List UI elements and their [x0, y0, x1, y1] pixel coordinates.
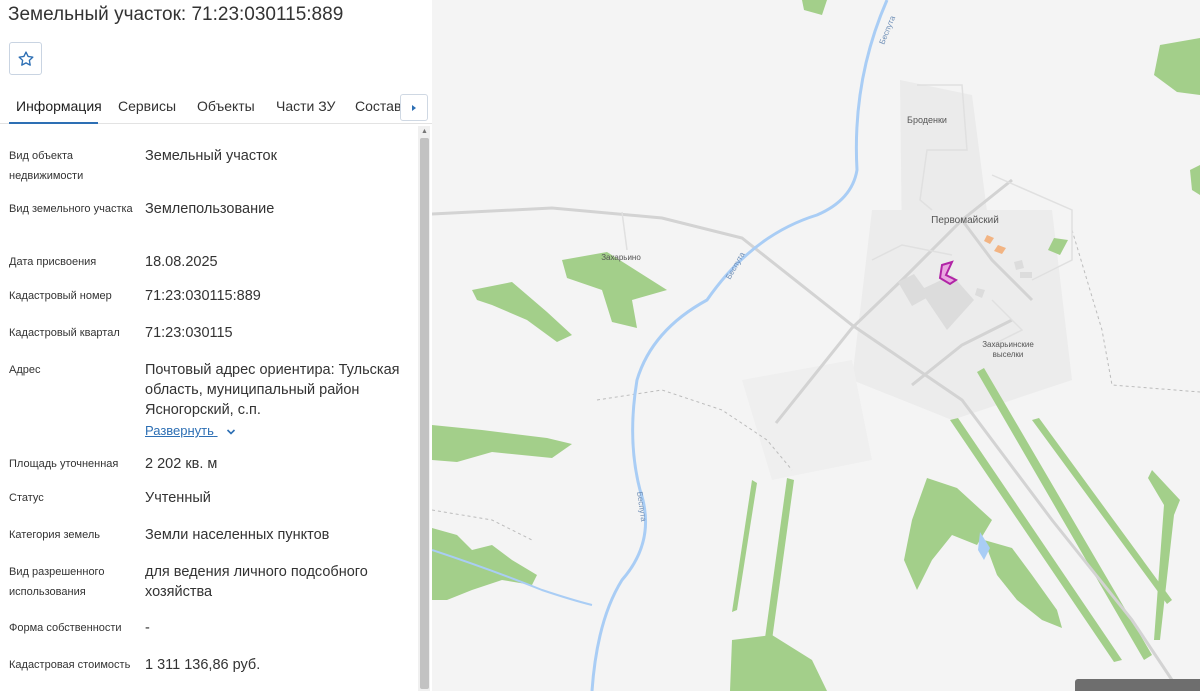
map-canvas[interactable]: Броденки Первомайский Захарьино Захарьин… — [432, 0, 1200, 691]
tab-services[interactable]: Сервисы — [118, 98, 176, 114]
info-panel: Земельный участок: 71:23:030115:889 Инфо… — [0, 0, 432, 691]
scrollbar-thumb[interactable] — [420, 138, 429, 689]
tab-parts[interactable]: Части ЗУ — [276, 98, 335, 114]
property-value: 71:23:030115 — [145, 325, 233, 341]
property-label: Площадь уточненная — [9, 458, 119, 470]
tab-information[interactable]: Информация — [16, 98, 102, 114]
active-tab-indicator — [9, 122, 98, 124]
favorite-button[interactable] — [9, 42, 42, 75]
property-value: 2 202 кв. м — [145, 456, 218, 472]
place-label-zakharyino: Захарьино — [601, 253, 641, 262]
map-background — [432, 0, 1200, 691]
settlement-area — [852, 210, 1072, 420]
property-list: Вид объекта недвижимости Земельный участ… — [0, 128, 416, 691]
property-label: Категория земель — [9, 529, 100, 541]
map-view[interactable]: Броденки Первомайский Захарьино Захарьин… — [432, 0, 1200, 691]
property-label: Кадастровый номер — [9, 290, 112, 302]
address-value: Почтовый адрес ориентира: Тульская облас… — [145, 362, 400, 418]
chevron-down-icon — [226, 428, 235, 435]
property-value: Земельный участок — [145, 148, 277, 164]
expand-label: Развернуть — [145, 423, 214, 438]
property-value: для ведения личного подсобного хозяйства — [145, 564, 368, 600]
property-label: Форма собственности — [9, 622, 122, 634]
property-label: Статус — [9, 492, 44, 504]
scroll-up-arrow-icon[interactable]: ▲ — [420, 127, 429, 137]
tab-bar: Информация Сервисы Объекты Части ЗУ Сост… — [0, 90, 432, 124]
tab-composition[interactable]: Состав — [355, 98, 401, 114]
star-outline-icon — [18, 50, 33, 66]
property-label: Вид объекта недвижимости — [9, 150, 84, 182]
property-value: 71:23:030115:889 — [145, 288, 261, 304]
place-label-brodenki: Броденки — [907, 115, 947, 125]
property-value: 1 311 136,86 руб. — [145, 657, 261, 673]
page-title: Земельный участок: 71:23:030115:889 — [8, 4, 344, 25]
caret-right-icon — [412, 104, 416, 111]
property-label: Вид разрешенного использования — [9, 566, 105, 598]
tabs-scroll-right-button[interactable] — [400, 94, 428, 121]
expand-address-link[interactable]: Развернуть — [145, 423, 236, 438]
property-value: Учтенный — [145, 490, 211, 506]
property-label: Дата присвоения — [9, 256, 97, 268]
place-label-vyselki: Захарьинские выселки — [982, 340, 1034, 359]
property-label: Вид земельного участка — [9, 203, 133, 215]
place-label-vyselki-box: Захарьинские выселки — [982, 340, 1034, 359]
property-value: - — [145, 620, 150, 636]
property-value: Землепользование — [145, 201, 275, 217]
tab-objects[interactable]: Объекты — [197, 98, 255, 114]
property-label: Кадастровая стоимость — [9, 659, 131, 671]
map-control-strip[interactable] — [1075, 679, 1200, 691]
property-label: Адрес — [9, 364, 41, 376]
property-label: Кадастровый квартал — [9, 327, 120, 339]
place-label-pervomaisky: Первомайский — [931, 215, 999, 226]
property-value: Земли населенных пунктов — [145, 527, 330, 543]
property-value: 18.08.2025 — [145, 254, 218, 270]
